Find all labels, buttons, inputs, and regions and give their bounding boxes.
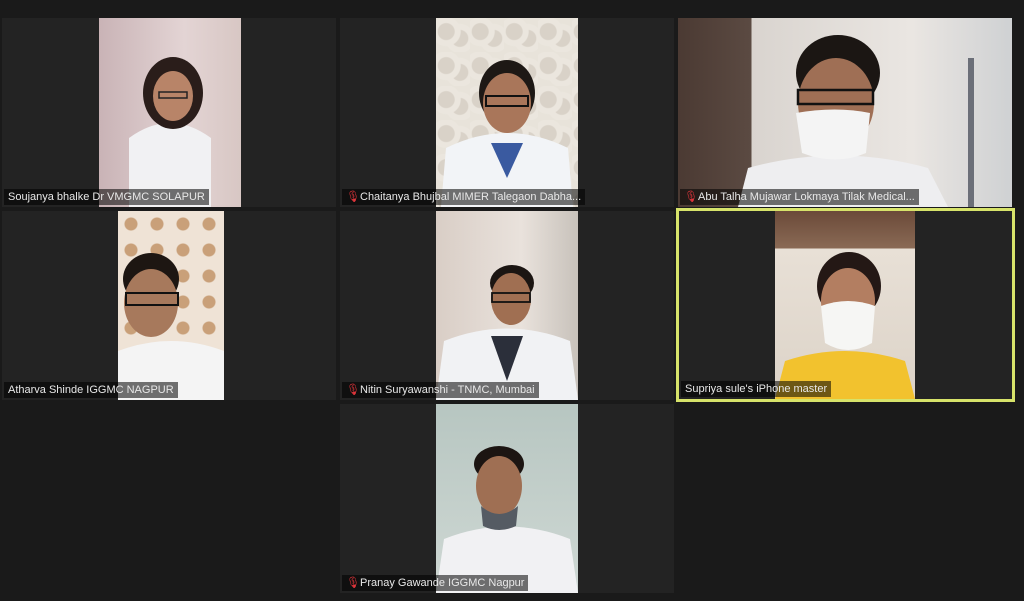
participant-name-label: Soujanya bhalke Dr VMGMC SOLAPUR (4, 189, 209, 205)
video-tile-abu-talha[interactable]: 🎙 Abu Talha Mujawar Lokmaya Tilak Medica… (678, 18, 1012, 207)
participant-video (436, 211, 578, 400)
video-tile-nitin[interactable]: 🎙 Nitin Suryawanshi - TNMC, Mumbai (340, 211, 674, 400)
participant-name: Pranay Gawande IGGMC Nagpur (360, 577, 525, 589)
participant-name: Chaitanya Bhujbal MIMER Talegaon Dabha..… (360, 191, 582, 203)
participant-figure (436, 18, 578, 207)
participant-figure (436, 404, 578, 593)
participant-video (118, 211, 224, 400)
participant-name-label: Supriya sule's iPhone master (681, 381, 832, 397)
microphone-muted-icon: 🎙 (346, 191, 360, 203)
participant-name-label: 🎙 Pranay Gawande IGGMC Nagpur (342, 575, 529, 591)
participant-name-label: Atharva Shinde IGGMC NAGPUR (4, 382, 178, 398)
participant-figure (99, 18, 241, 207)
participant-figure (118, 211, 224, 400)
video-tile-supriya[interactable]: Supriya sule's iPhone master (676, 208, 1015, 402)
participant-figure (678, 18, 1012, 207)
participant-name-label: 🎙 Chaitanya Bhujbal MIMER Talegaon Dabha… (342, 189, 586, 205)
participant-video (436, 18, 578, 207)
participant-video (678, 18, 1012, 207)
participant-figure (436, 211, 578, 400)
participant-video (99, 18, 241, 207)
microphone-muted-icon: 🎙 (684, 191, 698, 203)
participant-name-label: 🎙 Abu Talha Mujawar Lokmaya Tilak Medica… (680, 189, 919, 205)
microphone-muted-icon: 🎙 (346, 577, 360, 589)
video-tile-soujanya[interactable]: Soujanya bhalke Dr VMGMC SOLAPUR (2, 18, 336, 207)
video-tile-pranay[interactable]: 🎙 Pranay Gawande IGGMC Nagpur (340, 404, 674, 593)
participant-figure (775, 211, 915, 399)
participant-name: Supriya sule's iPhone master (685, 383, 828, 395)
video-tile-chaitanya[interactable]: 🎙 Chaitanya Bhujbal MIMER Talegaon Dabha… (340, 18, 674, 207)
participant-video (775, 211, 915, 399)
participant-name: Atharva Shinde IGGMC NAGPUR (8, 384, 174, 396)
video-tile-atharva[interactable]: Atharva Shinde IGGMC NAGPUR (2, 211, 336, 400)
participant-name: Nitin Suryawanshi - TNMC, Mumbai (360, 384, 535, 396)
participant-name: Soujanya bhalke Dr VMGMC SOLAPUR (8, 191, 205, 203)
participant-video (436, 404, 578, 593)
participant-name: Abu Talha Mujawar Lokmaya Tilak Medical.… (698, 191, 915, 203)
microphone-muted-icon: 🎙 (346, 384, 360, 396)
participant-name-label: 🎙 Nitin Suryawanshi - TNMC, Mumbai (342, 382, 539, 398)
